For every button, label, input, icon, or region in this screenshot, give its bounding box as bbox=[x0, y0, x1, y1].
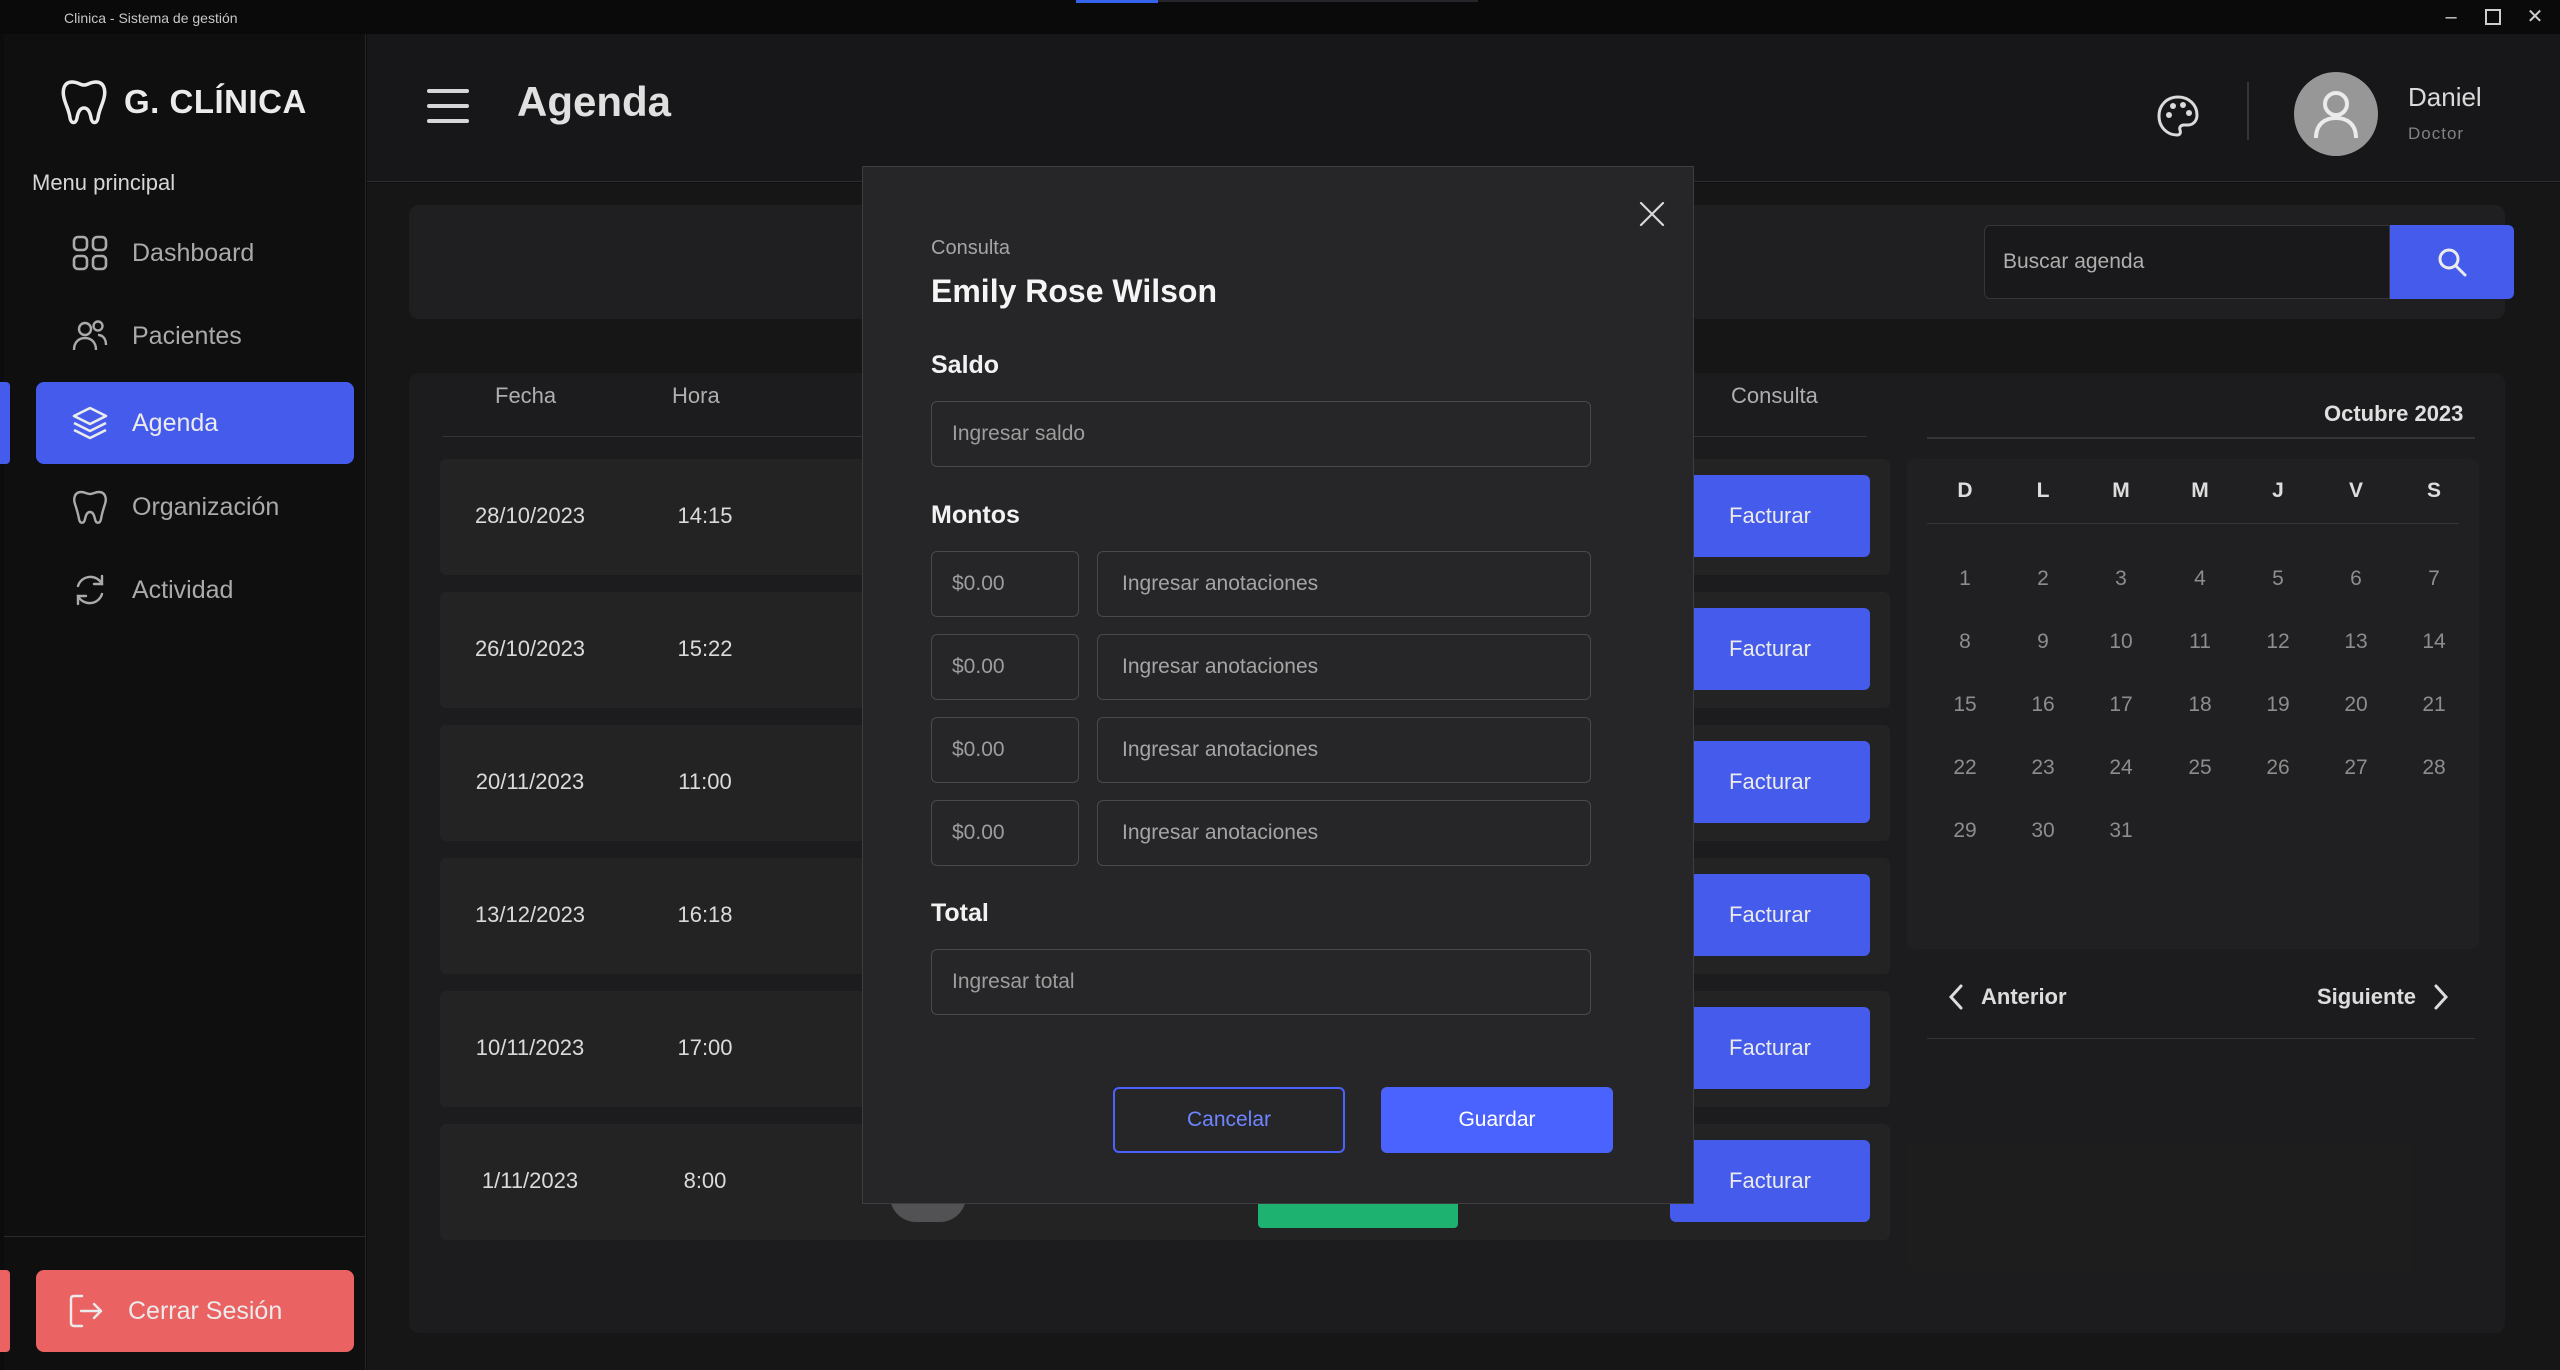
total-label: Total bbox=[931, 899, 989, 927]
montos-label: Montos bbox=[931, 501, 1020, 529]
note-input[interactable]: Ingresar anotaciones bbox=[1097, 800, 1591, 866]
note-input[interactable]: Ingresar anotaciones bbox=[1097, 551, 1591, 617]
saldo-input[interactable]: Ingresar saldo bbox=[931, 401, 1591, 467]
amount-input[interactable]: $0.00 bbox=[931, 551, 1079, 617]
total-input[interactable]: Ingresar total bbox=[931, 949, 1591, 1015]
cancel-button[interactable]: Cancelar bbox=[1113, 1087, 1345, 1153]
save-button[interactable]: Guardar bbox=[1381, 1087, 1613, 1153]
close-icon[interactable] bbox=[1635, 197, 1669, 231]
saldo-label: Saldo bbox=[931, 351, 1000, 379]
billing-modal: Consulta Emily Rose Wilson Saldo Ingresa… bbox=[862, 166, 1694, 1204]
amount-input[interactable]: $0.00 bbox=[931, 717, 1079, 783]
patient-name: Emily Rose Wilson bbox=[931, 273, 1217, 309]
modal-kind: Consulta bbox=[931, 237, 1010, 259]
note-input[interactable]: Ingresar anotaciones bbox=[1097, 634, 1591, 700]
note-input[interactable]: Ingresar anotaciones bbox=[1097, 717, 1591, 783]
amount-input[interactable]: $0.00 bbox=[931, 800, 1079, 866]
amount-input[interactable]: $0.00 bbox=[931, 634, 1079, 700]
